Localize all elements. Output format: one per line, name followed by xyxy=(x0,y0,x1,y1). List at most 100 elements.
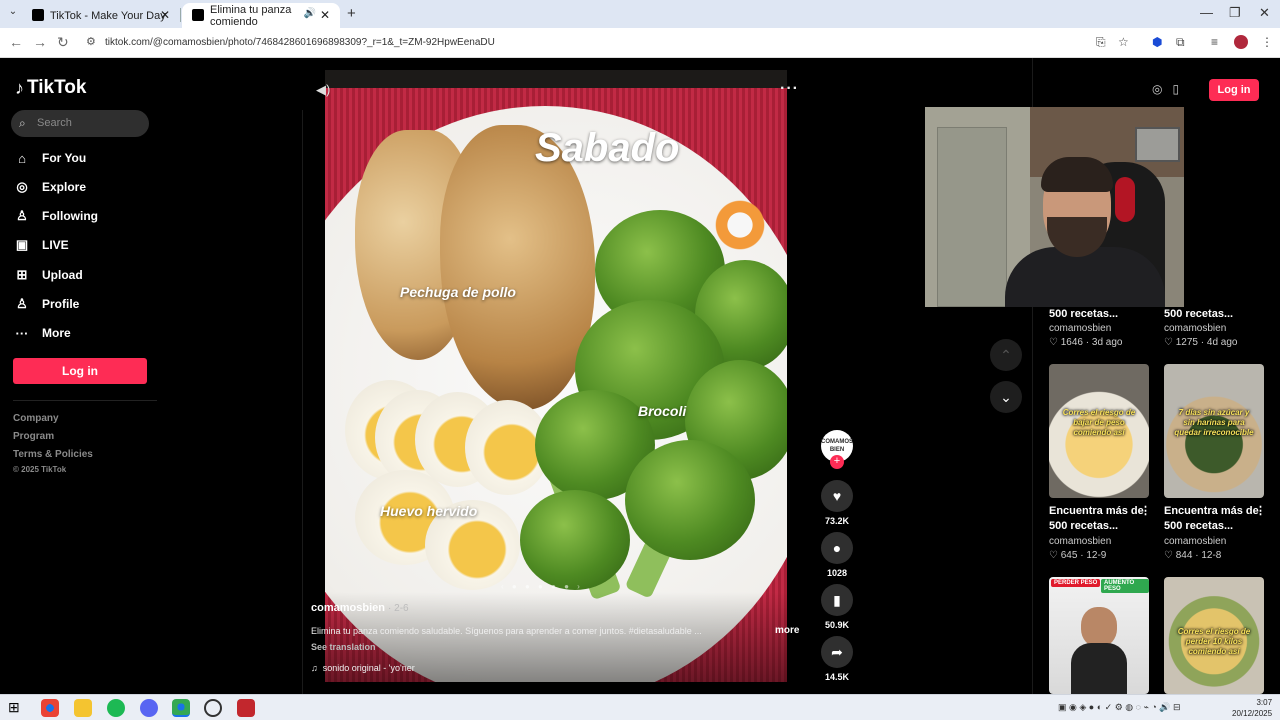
site-info-icon[interactable]: ⚙ xyxy=(86,35,96,48)
related-card-title[interactable]: 500 recetas... xyxy=(1164,307,1264,322)
previous-post-button[interactable]: ⌃ xyxy=(990,339,1022,371)
related-card-author[interactable]: comamosbien xyxy=(1049,323,1111,334)
install-app-icon[interactable]: ⎘ xyxy=(1096,35,1106,50)
footer-program-link[interactable]: Program xyxy=(13,431,54,442)
related-card-author[interactable]: comamosbien xyxy=(1164,536,1226,547)
chrome-active-icon[interactable] xyxy=(172,699,190,717)
system-clock[interactable]: 3:07 20/12/2025 xyxy=(1232,697,1272,719)
close-tab-icon[interactable]: ✕ xyxy=(160,8,170,22)
nav-more[interactable]: ··· More xyxy=(15,323,71,343)
related-card-author[interactable]: comamosbien xyxy=(1049,536,1111,547)
card-options-icon[interactable]: ⋮ xyxy=(1255,504,1266,517)
share-button[interactable]: ➦ xyxy=(821,636,853,668)
next-post-button[interactable]: ⌄ xyxy=(990,381,1022,413)
post-sound[interactable]: ♫ sonido original - 'yo'ner xyxy=(311,663,415,673)
chrome-menu-icon[interactable]: ⋮ xyxy=(1261,35,1273,49)
post-options-icon[interactable]: ··· xyxy=(780,80,799,98)
related-thumbnail[interactable]: 7 días sin azúcar y sin harinas para que… xyxy=(1164,364,1264,498)
comment-count: 1028 xyxy=(826,568,848,578)
obs-icon[interactable] xyxy=(204,699,222,717)
close-window-icon[interactable]: ✕ xyxy=(1259,5,1270,21)
chrome-profile-avatar[interactable] xyxy=(1234,35,1248,49)
nav-profile[interactable]: ♙ Profile xyxy=(15,294,79,314)
tray-icons[interactable]: ▣ ◉ ◈ ● ◐ ✓ ⚙ ◍ ◌ ⌁ ◔ 🔊 ⊟ xyxy=(1058,702,1181,713)
caption-more-button[interactable]: more xyxy=(775,625,799,636)
divider xyxy=(302,110,303,695)
comment-button[interactable]: ● xyxy=(821,532,853,564)
file-explorer-icon[interactable] xyxy=(74,699,92,717)
nav-following[interactable]: ♙ Following xyxy=(15,206,98,226)
nav-label: Explore xyxy=(42,180,87,194)
header-login-button[interactable]: Log in xyxy=(1209,79,1259,101)
volume-icon[interactable]: ◀) xyxy=(316,82,330,98)
thumbnail-text: 7 días sin azúcar y sin harinas para que… xyxy=(1174,408,1254,437)
nav-explore[interactable]: ◎ Explore xyxy=(15,177,86,197)
related-card-title[interactable]: Encuentra más de 500 recetas... xyxy=(1164,504,1264,534)
overlay-title: Sabado xyxy=(535,126,680,170)
share-icon: ➦ xyxy=(831,644,843,660)
overlay-label-egg: Huevo hervido xyxy=(380,503,478,519)
tiktok-logo[interactable]: ♪ TikTok xyxy=(15,77,86,99)
card-options-icon[interactable]: ⋮ xyxy=(1140,504,1151,517)
browser-tab-1[interactable]: TikTok - Make Your Day ✕ xyxy=(22,3,180,28)
browser-tab-2[interactable]: Elimina tu panza comiendo 🔊 ✕ xyxy=(182,3,340,28)
device-icon[interactable]: ▯ xyxy=(1172,82,1179,96)
related-card-title[interactable]: Encuentra más de 500 recetas... xyxy=(1049,504,1149,534)
nav-label: More xyxy=(42,326,71,340)
compass-icon[interactable]: ◎ xyxy=(1152,82,1162,96)
post-author[interactable]: comamosbien · 2-6 xyxy=(311,602,409,614)
like-button[interactable]: ♥ xyxy=(821,480,853,512)
search-input[interactable]: ⌕ Search xyxy=(11,110,149,137)
chrome-taskbar-icon[interactable] xyxy=(41,699,59,717)
related-thumbnail[interactable]: PERDER PESO AUMENTO PESO xyxy=(1049,577,1149,694)
url-text: tiktok.com/@comamosbien/photo/7468428601… xyxy=(105,37,495,48)
copyright: © 2025 TikTok xyxy=(13,465,67,474)
date: 12-8 xyxy=(1201,550,1222,561)
spotify-icon[interactable] xyxy=(107,699,125,717)
forward-icon[interactable]: → xyxy=(33,34,47,50)
extension-shield-icon[interactable]: ⬢ xyxy=(1152,35,1162,49)
discord-icon[interactable] xyxy=(140,699,158,717)
see-translation-button[interactable]: See translation xyxy=(311,642,376,652)
minimize-icon[interactable]: — xyxy=(1200,5,1213,20)
footer-terms-link[interactable]: Terms & Policies xyxy=(13,449,93,460)
nav-label: Upload xyxy=(42,268,83,282)
carousel-dots[interactable]: ‹ ● ● ● ● ● › xyxy=(501,582,583,591)
bookmark-star-icon[interactable]: ☆ xyxy=(1118,35,1129,49)
restore-icon[interactable]: ❐ xyxy=(1229,5,1241,21)
related-thumbnail[interactable]: Corres el riesgo de bajar de peso comien… xyxy=(1049,364,1149,498)
related-card-author[interactable]: comamosbien xyxy=(1164,323,1226,334)
share-count: 14.5K xyxy=(824,672,850,682)
footer-company-link[interactable]: Company xyxy=(13,413,59,424)
address-field[interactable]: ⚙ tiktok.com/@comamosbien/photo/74684286… xyxy=(80,32,1140,54)
author-name[interactable]: comamosbien xyxy=(311,602,385,614)
sidebar-login-button[interactable]: Log in xyxy=(13,358,147,384)
heart-outline-icon: ♡ xyxy=(1049,550,1058,561)
close-tab-icon[interactable]: ✕ xyxy=(320,8,330,22)
media-control-icon[interactable]: ≡ xyxy=(1211,35,1218,49)
upload-icon: ⊞ xyxy=(16,267,28,282)
nav-upload[interactable]: ⊞ Upload xyxy=(15,265,83,285)
speaker-icon[interactable]: 🔊 xyxy=(304,8,316,19)
tab-search-icon[interactable]: ⌄ xyxy=(5,6,21,22)
follow-plus-icon[interactable]: + xyxy=(830,455,844,469)
windows-start-icon[interactable]: ⊞ xyxy=(8,699,26,717)
back-icon[interactable]: ← xyxy=(9,34,23,50)
thumbnail-person xyxy=(1081,607,1117,647)
save-button[interactable]: ▮ xyxy=(821,584,853,616)
related-thumbnail[interactable]: Corres el riesgo de perder 10 kilos comi… xyxy=(1164,577,1264,694)
new-tab-button[interactable]: + xyxy=(347,5,356,22)
post-photo[interactable]: Sabado Pechuga de pollo Brocoli Huevo he… xyxy=(325,70,787,682)
reload-icon[interactable]: ↻ xyxy=(57,34,69,51)
address-bar-row: ← → ↻ ⚙ tiktok.com/@comamosbien/photo/74… xyxy=(0,28,1280,58)
broccoli xyxy=(625,440,755,560)
nav-for-you[interactable]: ⌂ For You xyxy=(15,148,86,168)
nav-live[interactable]: ▣ LIVE xyxy=(15,235,69,255)
nav-label: Profile xyxy=(42,297,80,311)
app-icon[interactable] xyxy=(237,699,255,717)
likes: 1646 xyxy=(1060,337,1083,348)
extensions-puzzle-icon[interactable]: ⧉ xyxy=(1176,35,1185,50)
comment-icon: ● xyxy=(832,540,842,556)
related-card-stats: ♡ 844 · 12-8 xyxy=(1164,550,1222,561)
related-card-title[interactable]: 500 recetas... xyxy=(1049,307,1149,322)
